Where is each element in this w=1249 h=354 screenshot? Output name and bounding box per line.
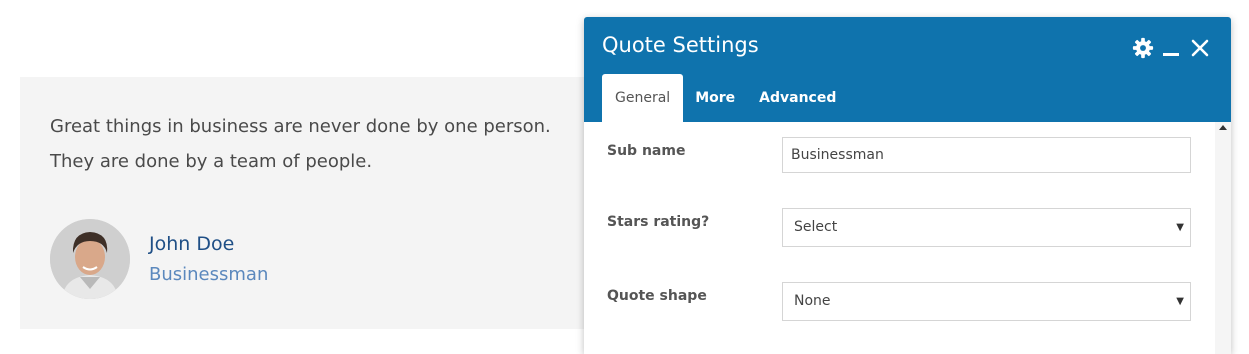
gear-icon[interactable] bbox=[1131, 36, 1155, 60]
dropdown-arrow-icon: ▼ bbox=[1176, 222, 1184, 233]
sub-name-label: Sub name bbox=[607, 143, 686, 159]
person-photo-avatar-icon bbox=[50, 219, 130, 299]
avatar bbox=[50, 219, 130, 299]
tab-more[interactable]: More bbox=[683, 74, 747, 122]
sub-name-input[interactable]: Businessman bbox=[782, 137, 1191, 173]
scrollbar[interactable] bbox=[1215, 122, 1231, 354]
dialog-header: Quote Settings General More Advanced bbox=[584, 17, 1231, 122]
stars-rating-select[interactable]: Select ▼ bbox=[782, 208, 1191, 247]
settings-form: Sub name Businessman Stars rating? Selec… bbox=[584, 122, 1215, 354]
tab-advanced[interactable]: Advanced bbox=[747, 74, 848, 122]
quote-settings-dialog: Quote Settings General More Advanced Sub… bbox=[584, 17, 1231, 354]
minimize-icon[interactable] bbox=[1159, 36, 1183, 60]
quote-text: Great things in business are never done … bbox=[50, 116, 551, 172]
tab-general[interactable]: General bbox=[602, 74, 684, 122]
stars-rating-value: Select bbox=[794, 219, 838, 235]
author-name: John Doe bbox=[149, 233, 235, 255]
quote-shape-select[interactable]: None ▼ bbox=[782, 282, 1191, 321]
dialog-title: Quote Settings bbox=[602, 33, 759, 57]
stars-rating-label: Stars rating? bbox=[607, 214, 710, 230]
author-role: Businessman bbox=[149, 264, 269, 285]
tab-bar: General More Advanced bbox=[602, 74, 848, 122]
quote-shape-label: Quote shape bbox=[607, 288, 707, 304]
close-icon[interactable] bbox=[1188, 36, 1212, 60]
scroll-up-arrow-icon[interactable] bbox=[1219, 125, 1227, 130]
quote-shape-value: None bbox=[794, 293, 831, 309]
testimonial-card: Great things in business are never done … bbox=[20, 77, 620, 329]
dropdown-arrow-icon: ▼ bbox=[1176, 296, 1184, 307]
